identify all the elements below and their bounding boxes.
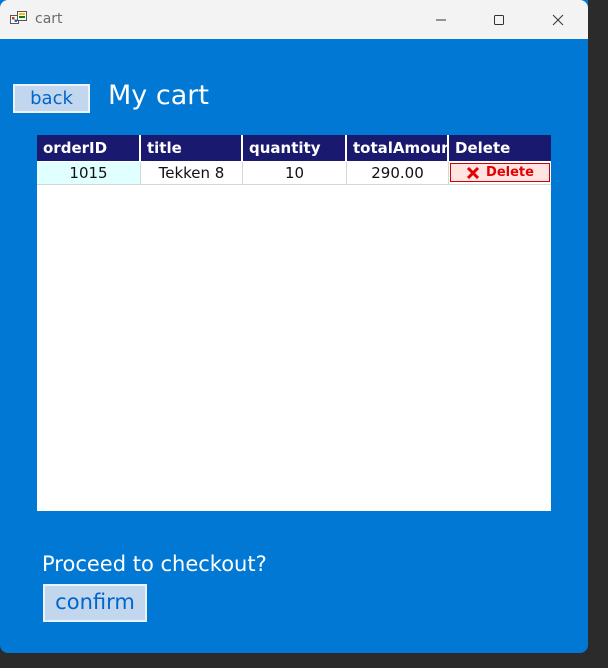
cell-title[interactable]: Tekken 8 [141, 162, 243, 185]
cell-delete: Delete [449, 162, 551, 185]
minimize-icon [436, 19, 446, 20]
delete-button-label: Delete [486, 165, 534, 180]
column-header-orderid[interactable]: orderID [37, 135, 141, 161]
cart-grid[interactable]: orderID title quantity totalAmour Delete… [37, 135, 551, 511]
confirm-button[interactable]: confirm [43, 584, 147, 622]
close-icon [552, 14, 564, 25]
cell-totalamount[interactable]: 290.00 [347, 162, 449, 185]
window-title: cart [35, 11, 63, 27]
delete-button[interactable]: Delete [450, 163, 550, 182]
column-header-title[interactable]: title [141, 135, 243, 161]
checkout-prompt: Proceed to checkout? [42, 552, 267, 576]
app-icon [10, 11, 27, 24]
title-bar: cart [0, 0, 588, 39]
cell-quantity[interactable]: 10 [243, 162, 347, 185]
column-header-delete[interactable]: Delete [449, 135, 551, 161]
close-button[interactable] [535, 0, 581, 39]
table-row[interactable]: 1015 Tekken 8 10 290.00 Delete [37, 162, 551, 185]
cell-orderid[interactable]: 1015 [37, 162, 141, 185]
grid-header: orderID title quantity totalAmour Delete [37, 135, 551, 161]
maximize-button[interactable] [476, 0, 522, 39]
maximize-icon [494, 14, 504, 25]
x-icon [466, 166, 480, 179]
back-button[interactable]: back [13, 84, 90, 113]
minimize-button[interactable] [418, 0, 464, 39]
column-header-totalamount[interactable]: totalAmour [347, 135, 449, 161]
cart-window: cart back My cart orderID title quantity… [0, 0, 588, 653]
column-header-quantity[interactable]: quantity [243, 135, 347, 161]
page-title: My cart [108, 80, 209, 111]
